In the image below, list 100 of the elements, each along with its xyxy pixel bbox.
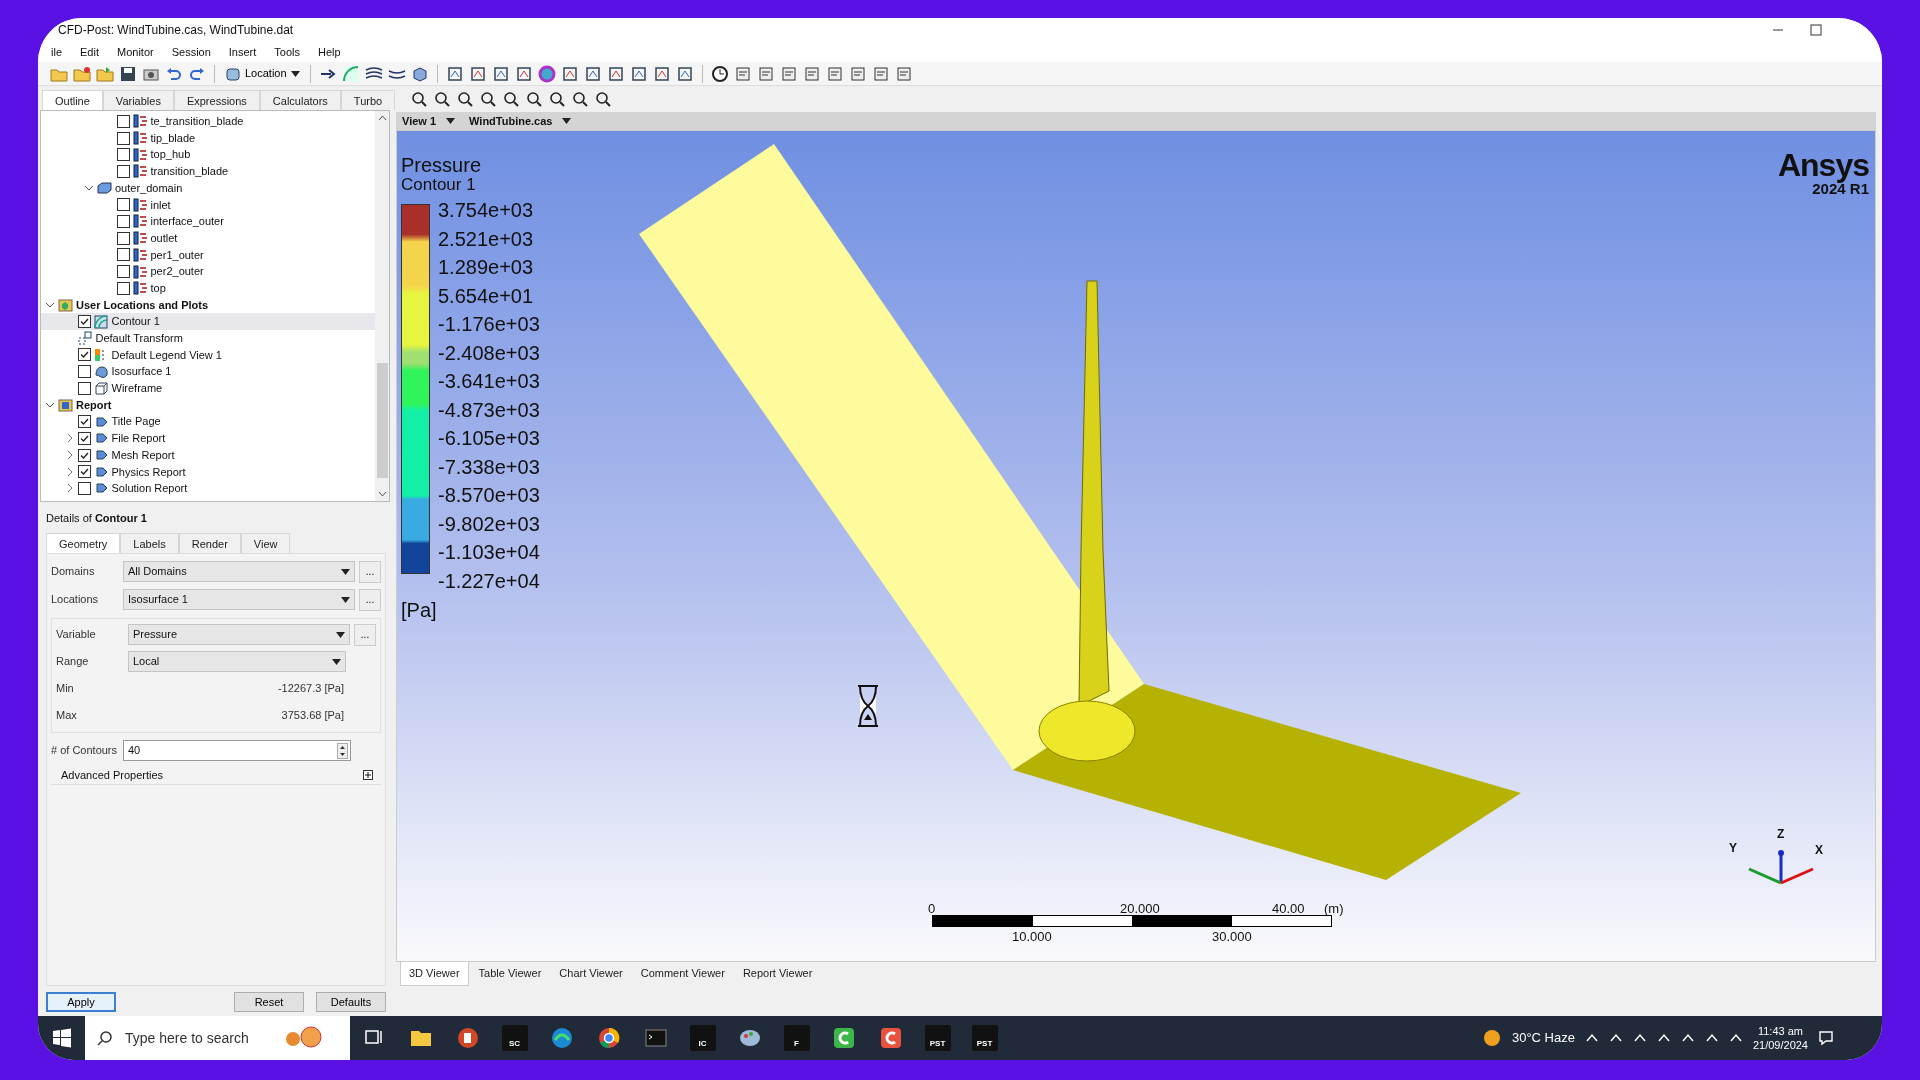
checked-checkbox[interactable] (77, 348, 91, 362)
details-tab[interactable]: Geometry (46, 532, 121, 553)
tree-item[interactable]: Default Legend View 1 (41, 346, 375, 364)
tree-item[interactable]: per2_outer (41, 263, 375, 280)
outline-tab[interactable]: Expressions (173, 90, 260, 110)
taskbar-app[interactable]: F (783, 1025, 810, 1051)
search-box[interactable]: Type here to search (85, 1016, 350, 1060)
action-button[interactable]: Defaults (316, 992, 386, 1012)
view-selector[interactable]: WindTubine.cas (469, 112, 572, 130)
tree-item[interactable]: Default Transform (41, 329, 375, 347)
tree-item[interactable]: Report (41, 396, 375, 414)
dropdown[interactable]: All Domains (123, 561, 355, 582)
details-tab[interactable]: Labels (120, 532, 179, 553)
taskbar-app[interactable]: SC (501, 1025, 528, 1051)
weather-text[interactable]: 30°C Haze (1511, 1028, 1575, 1048)
search-field[interactable]: Type here to search (123, 1026, 273, 1050)
taskbar-app[interactable]: PST (971, 1025, 998, 1051)
viewer-tab[interactable]: 3D Viewer (400, 962, 469, 986)
checked-checkbox[interactable] (77, 465, 91, 479)
more-button[interactable]: ... (359, 560, 381, 583)
wave-app-icon[interactable] (550, 1027, 573, 1049)
tree-item[interactable]: interface_outer (41, 213, 375, 230)
clock-icon[interactable] (710, 64, 729, 83)
dropdown[interactable]: Local (128, 651, 346, 672)
checkbox[interactable] (116, 198, 130, 212)
tree-item[interactable]: Wireframe (41, 380, 375, 397)
outline-tab[interactable]: Variables (102, 90, 174, 110)
folder-icon[interactable] (73, 64, 91, 83)
checkbox[interactable] (116, 114, 130, 128)
letter-c-app-icon[interactable] (832, 1027, 855, 1049)
checkbox[interactable] (116, 214, 130, 228)
dropdown[interactable]: Pressure (128, 624, 350, 645)
checked-checkbox[interactable] (77, 431, 91, 445)
menu-item[interactable]: Monitor (108, 43, 163, 61)
menu-item[interactable]: Session (162, 43, 220, 61)
tree-item[interactable]: User Locations and Plots (41, 296, 375, 314)
color-wheel-icon[interactable] (537, 64, 556, 83)
more-button[interactable]: ... (359, 588, 381, 611)
letter-c-app-icon[interactable] (879, 1027, 902, 1049)
outline-tab[interactable]: Turbo (340, 90, 396, 110)
tree-item[interactable]: outlet (41, 229, 375, 247)
scroll-down-icon[interactable] (377, 491, 387, 497)
menu-item[interactable]: Help (309, 43, 350, 61)
action-button[interactable]: Reset (234, 992, 304, 1012)
tree-item[interactable]: outer_domain (41, 179, 375, 197)
browser-app-icon[interactable] (597, 1027, 620, 1049)
checkbox[interactable] (77, 365, 91, 379)
action-button[interactable]: Apply (46, 992, 116, 1012)
menu-item[interactable]: ile (42, 43, 71, 61)
details-tab[interactable]: View (240, 532, 291, 553)
zoom-icon[interactable] (479, 90, 497, 108)
tree-item[interactable]: Contour 1 (41, 313, 375, 330)
scrollbar[interactable] (375, 111, 389, 501)
menu-item[interactable]: Tools (265, 43, 309, 61)
checkbox[interactable] (77, 481, 91, 495)
tree-item[interactable]: File Report (41, 430, 375, 447)
maximize-icon[interactable] (1810, 24, 1822, 36)
tree-item[interactable]: top (41, 279, 375, 297)
file-icon[interactable] (825, 64, 844, 83)
checkbox[interactable] (116, 281, 130, 295)
taskbar-app[interactable]: IC (689, 1025, 716, 1051)
viewer-tab[interactable]: Comment Viewer (632, 962, 733, 985)
outline-tab[interactable]: Calculators (259, 90, 341, 110)
details-tab[interactable]: Render (178, 532, 241, 553)
file-icon[interactable] (848, 64, 867, 83)
viewer-tab[interactable]: Chart Viewer (551, 962, 631, 985)
menu-item[interactable]: Edit (71, 43, 108, 61)
more-button[interactable]: ... (354, 623, 376, 646)
checkbox[interactable] (116, 231, 130, 245)
tree-item[interactable]: inlet (41, 196, 375, 214)
checkbox[interactable] (116, 131, 130, 145)
tree-item[interactable]: Title Page (41, 413, 375, 431)
windows-start-icon[interactable] (51, 1028, 72, 1048)
tree-item[interactable]: Physics Report (41, 463, 375, 481)
clock[interactable]: 11:43 am 21/09/2024 (1752, 1023, 1808, 1053)
tree-item[interactable]: top_hub (41, 146, 375, 164)
checkbox[interactable] (116, 164, 130, 178)
outline-tab[interactable]: Outline (42, 90, 103, 110)
tree-item[interactable]: per1_outer (41, 246, 375, 264)
checked-checkbox[interactable] (77, 315, 91, 329)
taskbar-app[interactable]: PST (924, 1025, 951, 1051)
checkbox[interactable] (77, 381, 91, 395)
view-selector[interactable]: View 1 (402, 112, 456, 130)
location-button[interactable]: Location (223, 65, 302, 82)
tree-item[interactable]: tip_blade (41, 129, 375, 147)
number-field[interactable]: 40 (123, 740, 351, 761)
scroll-up-icon[interactable] (377, 115, 387, 121)
dropdown[interactable]: Isosurface 1 (123, 589, 355, 610)
slides-app-icon[interactable] (456, 1027, 479, 1049)
menu-item[interactable]: Insert (219, 43, 266, 61)
checkbox[interactable] (116, 265, 130, 279)
tree-item[interactable]: Solution Report (41, 480, 375, 497)
viewer-tab[interactable]: Table Viewer (470, 962, 550, 985)
checkbox[interactable] (116, 148, 130, 162)
spinner-icon[interactable] (337, 742, 348, 759)
expand-icon[interactable] (363, 770, 373, 780)
notification-icon[interactable] (1818, 1030, 1834, 1046)
tree-item[interactable]: transition_blade (41, 163, 375, 180)
checkbox[interactable] (116, 248, 130, 262)
checked-checkbox[interactable] (77, 415, 91, 429)
